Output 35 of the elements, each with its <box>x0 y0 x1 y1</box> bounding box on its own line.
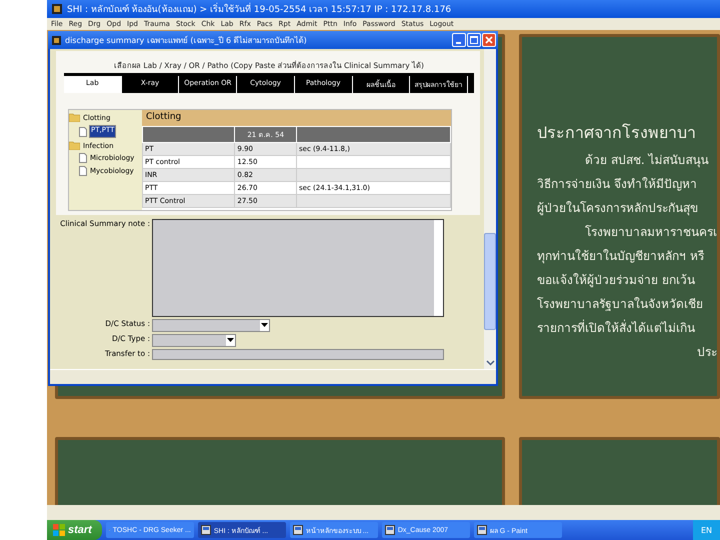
dropdown-arrow-icon <box>227 338 234 343</box>
dialog-title: discharge summary เฉพาะแพทย์ (เฉพาะ_ปี 6 ดีไม่สามารถบันทึกได้) <box>65 34 308 46</box>
windows-logo-icon <box>53 524 65 536</box>
app-icon <box>51 3 63 15</box>
dropdown-arrow-icon <box>261 323 268 328</box>
dropdown[interactable] <box>152 319 270 332</box>
table-title: Clotting <box>142 110 451 126</box>
scrollbar[interactable] <box>484 49 496 369</box>
notice-text: โรงพยาบาลรัฐบาลในจังหวัดเชีย <box>537 296 703 313</box>
start-button[interactable]: start <box>47 520 102 540</box>
maximize-icon <box>470 36 478 44</box>
close-icon <box>485 36 493 44</box>
scrollbar-thumb[interactable] <box>484 233 496 330</box>
note-textarea[interactable] <box>152 219 444 317</box>
app-icon <box>51 34 62 46</box>
folder-icon <box>69 113 80 122</box>
scroll-down-icon <box>486 360 494 366</box>
notice-text: รายการที่เปิดให้สั่งได้แต่ไม่เกิน <box>537 318 695 337</box>
page-icon <box>79 126 87 136</box>
notice-text: ประ <box>697 344 717 361</box>
dropdown[interactable] <box>152 334 236 347</box>
notice-text: วิธีการจ่ายเงิน จึงทำให้มีปัญหา <box>537 176 697 193</box>
input-field[interactable] <box>152 349 444 360</box>
window-title: SHI : หลักบัณฑ์ ห้องอัน(ห้องแถม) > เริ่มใช้วันที่ 19-05-2554 เวลา 15:57:17 IP : 172.17.8.176 <box>67 2 452 16</box>
scrollbar[interactable] <box>434 220 443 316</box>
folder-icon <box>69 141 80 150</box>
notice-text: ผู้ป่วยในโครงการหลักประกันสุข <box>537 200 698 217</box>
notice-text: โรงพยาบาลมหาราชนครเ <box>585 224 717 241</box>
notice-text: ขอแจ้งให้ผู้ป่วยร่วมจ่าย ยกเว้น <box>537 272 695 289</box>
notice-text: ด้วย สปสช. ไม่สนับสนุน <box>585 152 708 169</box>
notice-text: ประกาศจากโรงพยาบา <box>537 122 696 144</box>
minimize-button[interactable] <box>452 33 466 47</box>
close-button[interactable] <box>482 33 496 47</box>
notice-text: ทุกท่านใช้ยาในบัญชียาหลักฯ หรื <box>537 248 704 265</box>
maximize-button[interactable] <box>467 33 481 47</box>
